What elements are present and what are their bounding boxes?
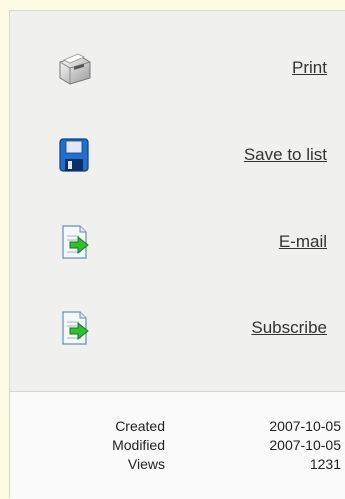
- save-to-list-action[interactable]: Save to list: [10, 135, 345, 185]
- article-info: Created 2007-10-05 Modified 2007-10-05 V…: [10, 392, 345, 499]
- views-label: Views: [127, 456, 165, 472]
- views-row: Views 1231: [10, 456, 345, 474]
- print-action[interactable]: Print: [10, 48, 345, 98]
- save-to-list-link[interactable]: Save to list: [244, 145, 327, 165]
- subscribe-action[interactable]: Subscribe: [10, 308, 345, 358]
- email-link[interactable]: E-mail: [279, 232, 327, 252]
- document-arrow-icon[interactable]: [54, 222, 94, 262]
- created-value: 2007-10-05: [269, 418, 341, 434]
- print-link[interactable]: Print: [292, 58, 327, 78]
- article-tools-panel: Print Save to list E-mail Subscribe Crea…: [9, 10, 345, 499]
- created-label: Created: [115, 418, 165, 434]
- floppy-disk-icon[interactable]: [54, 135, 94, 175]
- email-action[interactable]: E-mail: [10, 222, 345, 272]
- subscribe-link[interactable]: Subscribe: [251, 318, 327, 338]
- modified-value: 2007-10-05: [269, 437, 341, 453]
- views-value: 1231: [309, 456, 341, 472]
- created-row: Created 2007-10-05: [10, 418, 345, 436]
- modified-row: Modified 2007-10-05: [10, 437, 345, 455]
- printer-icon[interactable]: [54, 48, 94, 88]
- modified-label: Modified: [112, 437, 165, 453]
- actions-list: Print Save to list E-mail Subscribe: [10, 11, 345, 386]
- document-arrow-icon[interactable]: [54, 308, 94, 348]
